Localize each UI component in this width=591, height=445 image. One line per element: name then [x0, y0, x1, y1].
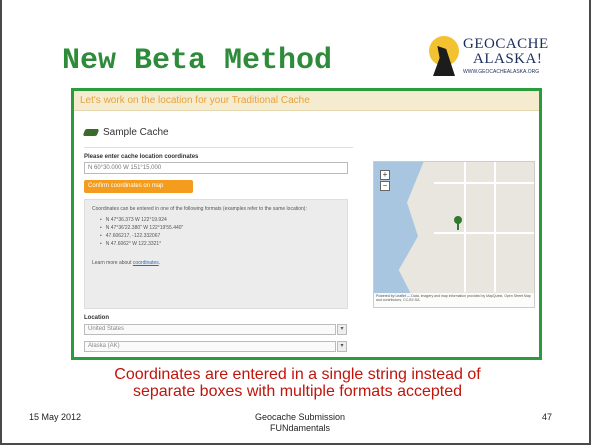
footer-title-line1: Geocache Submission	[254, 412, 346, 422]
coordinates-link[interactable]: coordinates	[133, 260, 159, 266]
map-road	[464, 162, 466, 292]
chevron-down-icon[interactable]: ▾	[337, 341, 347, 352]
formats-list: N 47°36.373 W 122°19.924 N 47°36'22.380"…	[100, 217, 340, 248]
cache-type-icon	[82, 129, 100, 136]
geocache-alaska-logo: GEOCACHE ALASKA! WWW.GEOCACHEALASKA.ORG	[427, 34, 567, 80]
state-select[interactable]: Alaska (AK) ▾	[84, 341, 347, 352]
zoom-out-button[interactable]: −	[380, 181, 390, 191]
cache-name-row: Sample Cache	[82, 127, 169, 138]
page-number: 47	[542, 412, 553, 422]
map-road	[434, 232, 534, 234]
zoom-in-button[interactable]: +	[380, 170, 390, 180]
slide: New Beta Method GEOCACHE ALASKA! WWW.GEO…	[0, 0, 591, 445]
coordinates-input[interactable]: N 60°30.000 W 151°15.000	[84, 162, 348, 174]
map-road	[434, 182, 534, 184]
country-value: United States	[88, 326, 125, 332]
footer-title-line2: FUNdamentals	[269, 423, 331, 433]
learn-more: Learn more about coordinates.	[92, 260, 161, 266]
format-item: N 47°36'22.380" W 122°19'55.440"	[100, 225, 340, 232]
state-value: Alaska (AK)	[88, 343, 120, 349]
map-road	[494, 162, 496, 292]
footer-title: Geocache Submission FUNdamentals	[232, 412, 368, 434]
cache-name: Sample Cache	[103, 127, 169, 138]
divider	[84, 147, 353, 148]
map-attribution: Powered by Leaflet — Data, imagery and m…	[374, 293, 534, 307]
caption-line1: Coordinates are entered in a single stri…	[114, 366, 481, 383]
slide-title: New Beta Method	[62, 44, 333, 78]
help-intro: Coordinates can be entered in one of the…	[92, 206, 307, 212]
format-item: N 47°36.373 W 122°19.924	[100, 217, 340, 224]
learn-more-text: Learn more about	[92, 260, 132, 266]
chevron-down-icon[interactable]: ▾	[337, 324, 347, 335]
howling-wolf-icon	[427, 36, 461, 76]
coordinate-formats-help: Coordinates can be entered in one of the…	[84, 199, 348, 309]
location-label: Location	[84, 315, 109, 321]
embedded-screenshot: Let's work on the location for your Trad…	[71, 88, 542, 360]
logo-text-line2: ALASKA!	[473, 51, 543, 67]
caption-line2: separate boxes with multiple formats acc…	[132, 383, 463, 400]
screenshot-header: Let's work on the location for your Trad…	[74, 91, 539, 111]
format-item: 47.606217, -122.332067	[100, 233, 340, 240]
logo-url: WWW.GEOCACHEALASKA.ORG	[463, 69, 540, 75]
format-item: N 47.6062° W 122.3321°	[100, 241, 340, 248]
location-map[interactable]: + − Powered by Leaflet — Data, imagery a…	[373, 161, 535, 308]
coordinates-label: Please enter cache location coordinates	[84, 154, 199, 160]
country-select[interactable]: United States ▾	[84, 324, 347, 335]
confirm-coordinates-button[interactable]: Confirm coordinates on map	[84, 180, 193, 193]
footer-date: 15 May 2012	[29, 412, 82, 422]
map-pin-stem	[457, 222, 459, 230]
